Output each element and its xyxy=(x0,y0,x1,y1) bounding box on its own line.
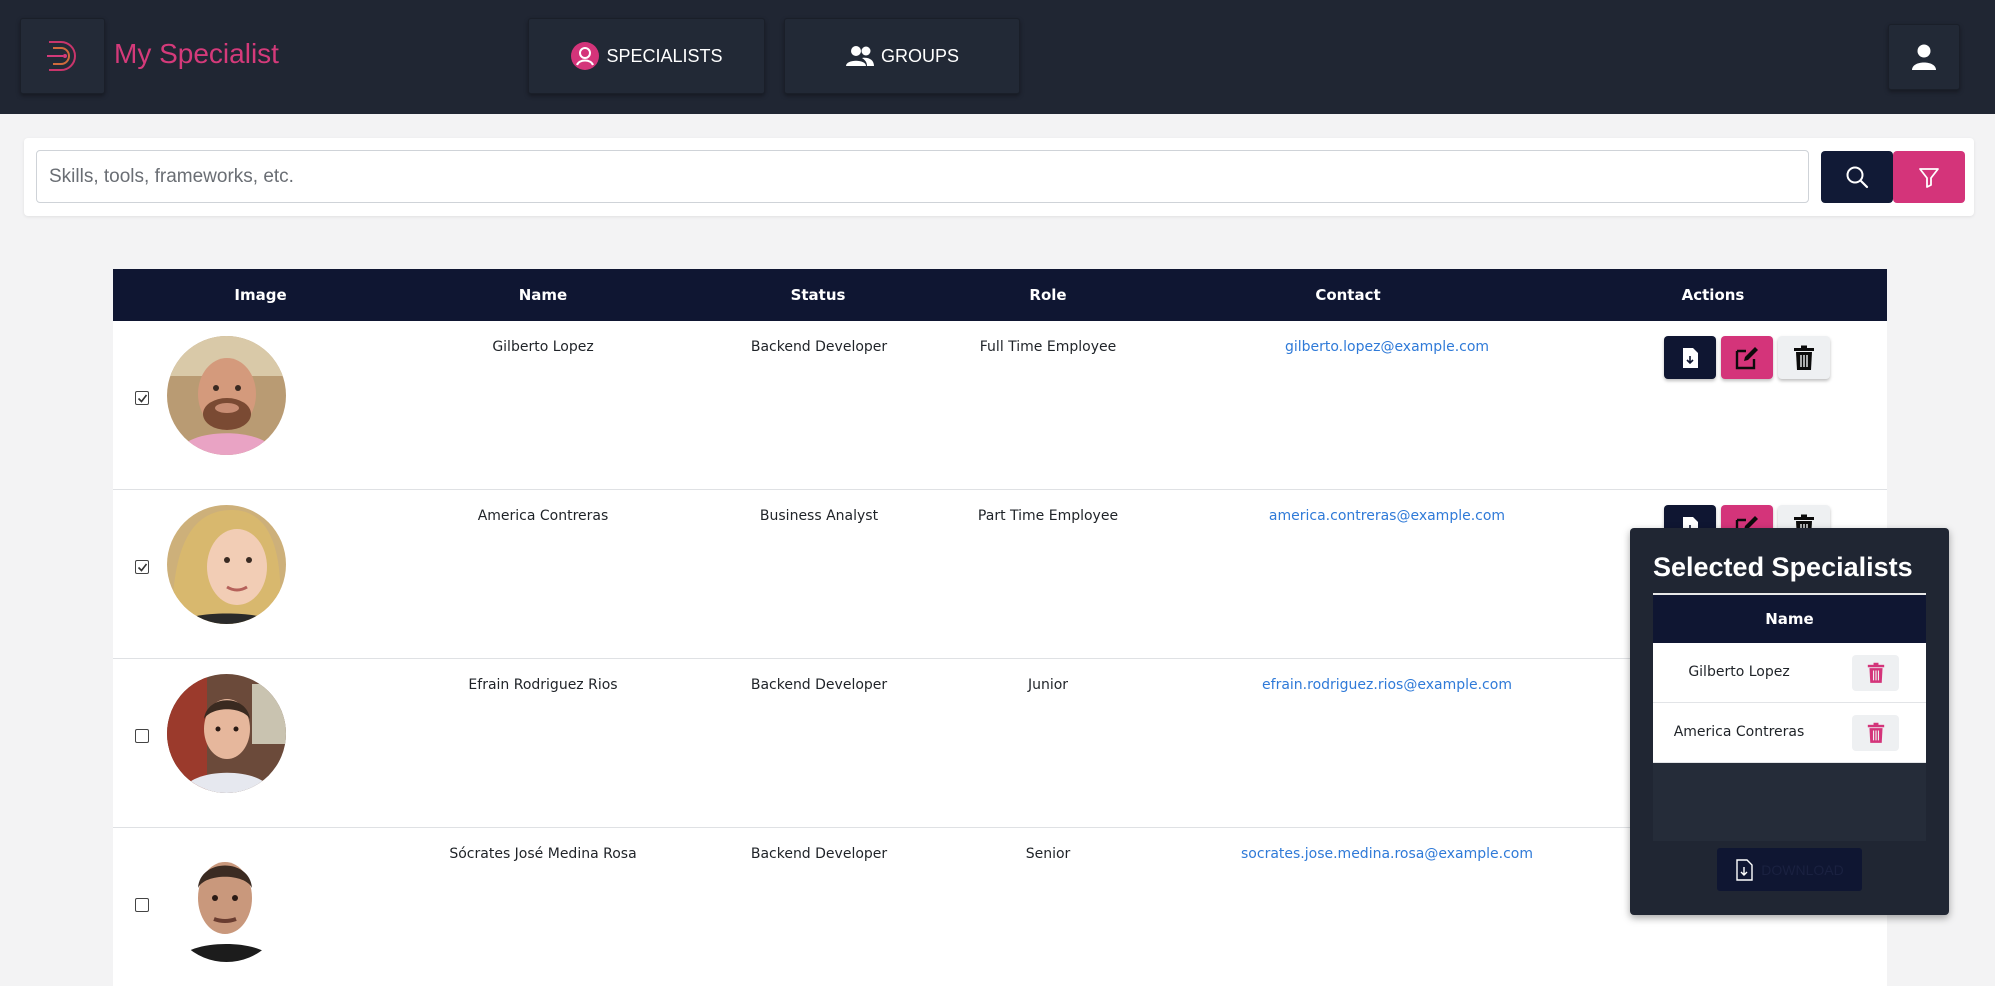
avatar xyxy=(167,843,286,962)
specialist-status: Business Analyst xyxy=(759,508,879,524)
check-icon xyxy=(137,563,147,572)
edit-button[interactable] xyxy=(1721,336,1773,379)
nav-groups-label: GROUPS xyxy=(880,45,959,66)
row-checkbox[interactable] xyxy=(135,560,149,574)
edit-icon xyxy=(1735,346,1758,369)
user-circle-icon xyxy=(571,42,600,70)
specialist-name: Sócrates José Medina Rosa xyxy=(449,846,637,862)
delete-button[interactable] xyxy=(1778,336,1830,379)
nav-specialists-button[interactable]: SPECIALISTS xyxy=(528,18,765,94)
specialist-name: America Contreras xyxy=(477,508,609,524)
avatar-photo xyxy=(167,336,286,455)
search-input[interactable] xyxy=(36,150,1809,203)
specialist-contact-link[interactable]: gilberto.lopez@example.com xyxy=(1285,339,1489,355)
column-header-status: Status xyxy=(790,286,846,304)
selected-specialists-table: Name Gilberto Lopez America Contreras xyxy=(1653,595,1926,841)
column-header-name: Name xyxy=(518,286,568,304)
specialist-role: Part Time Employee xyxy=(977,508,1119,524)
selected-specialists-panel: Selected Specialists Name Gilberto Lopez… xyxy=(1630,528,1949,915)
specialist-role: Full Time Employee xyxy=(979,339,1117,355)
avatar-photo xyxy=(167,674,286,793)
selected-specialist-name: America Contreras xyxy=(1673,724,1805,740)
specialist-status: Backend Developer xyxy=(750,677,888,693)
specialist-status: Backend Developer xyxy=(750,846,888,862)
search-icon xyxy=(1846,166,1869,189)
trash-icon xyxy=(1867,662,1884,683)
logo-icon xyxy=(46,41,76,71)
avatar-photo xyxy=(167,505,286,624)
panel-title: Selected Specialists xyxy=(1653,552,1913,582)
specialist-contact-link[interactable]: efrain.rodriguez.rios@example.com xyxy=(1262,677,1512,693)
user-menu-button[interactable] xyxy=(1888,24,1960,90)
file-download-icon xyxy=(1736,858,1753,881)
logo[interactable] xyxy=(20,18,105,94)
table-header: Image Name Status Role Contact Actions xyxy=(113,269,1887,321)
table-row: Efrain Rodriguez Rios Backend Developer … xyxy=(113,659,1887,828)
column-header-role: Role xyxy=(1029,286,1067,304)
avatar-photo xyxy=(167,843,286,962)
row-checkbox[interactable] xyxy=(135,898,149,912)
specialists-table: Image Name Status Role Contact Actions G… xyxy=(113,269,1887,986)
specialist-name: Gilberto Lopez xyxy=(492,339,594,355)
selected-specialist-name: Gilberto Lopez xyxy=(1688,664,1790,680)
table-row: America Contreras Business Analyst Part … xyxy=(113,490,1887,659)
column-header-image: Image xyxy=(234,286,287,304)
nav-specialists-label: SPECIALISTS xyxy=(606,45,723,66)
list-item: America Contreras xyxy=(1653,703,1926,763)
specialist-contact-link[interactable]: america.contreras@example.com xyxy=(1269,508,1505,524)
download-button[interactable]: DOWNLOAD xyxy=(1717,848,1862,891)
specialist-status: Backend Developer xyxy=(750,339,888,355)
users-icon xyxy=(845,46,874,66)
trash-icon xyxy=(1794,345,1814,370)
row-checkbox[interactable] xyxy=(135,729,149,743)
specialist-role: Senior xyxy=(1025,846,1071,862)
specialist-name: Efrain Rodriguez Rios xyxy=(468,677,618,693)
download-label: DOWNLOAD xyxy=(1761,861,1844,878)
column-header-actions: Actions xyxy=(1681,286,1745,304)
list-item: Gilberto Lopez xyxy=(1653,643,1926,703)
avatar xyxy=(167,505,286,624)
file-download-icon xyxy=(1683,347,1698,368)
remove-selected-button[interactable] xyxy=(1852,655,1899,691)
download-cv-button[interactable] xyxy=(1664,336,1716,379)
specialist-contact-link[interactable]: socrates.jose.medina.rosa@example.com xyxy=(1241,846,1533,862)
column-header-contact: Contact xyxy=(1315,286,1381,304)
avatar xyxy=(167,336,286,455)
filter-button[interactable] xyxy=(1893,151,1965,203)
filter-icon xyxy=(1919,168,1939,188)
trash-icon xyxy=(1867,722,1884,743)
avatar xyxy=(167,674,286,793)
column-header-name: Name xyxy=(1653,595,1926,643)
search-button[interactable] xyxy=(1821,151,1893,203)
nav-groups-button[interactable]: GROUPS xyxy=(784,18,1020,94)
check-icon xyxy=(137,394,147,403)
remove-selected-button[interactable] xyxy=(1852,715,1899,751)
user-icon xyxy=(1912,44,1936,70)
specialist-role: Junior xyxy=(1027,677,1069,693)
app-title: My Specialist xyxy=(114,38,279,69)
table-row: Sócrates José Medina Rosa Backend Develo… xyxy=(113,828,1887,986)
top-navigation-bar: My Specialist SPECIALISTS GROUPS xyxy=(0,0,1995,114)
table-row: Gilberto Lopez Backend Developer Full Ti… xyxy=(113,321,1887,490)
row-checkbox[interactable] xyxy=(135,391,149,405)
search-bar xyxy=(24,138,1974,216)
